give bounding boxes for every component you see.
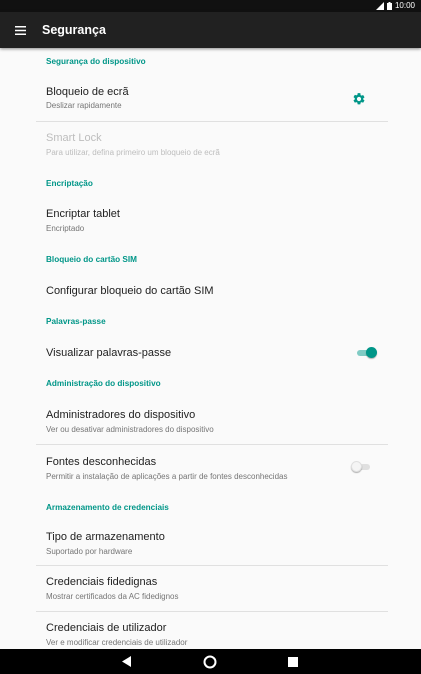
setting-title: Administradores do dispositivo [46,409,196,421]
recents-button[interactable] [273,649,313,674]
status-time: 10:00 [394,1,415,10]
section-header-credential-storage: Armazenamento de credenciais [46,503,169,512]
section-header-passwords: Palavras-passe [46,317,106,326]
home-button[interactable] [190,649,230,674]
setting-title: Smart Lock [46,132,102,144]
navigation-bar [0,649,421,674]
back-button[interactable] [107,649,147,674]
setting-title: Credenciais de utilizador [46,622,167,634]
setting-subtitle: Ver ou desativar administradores do disp… [46,425,214,434]
setting-subtitle: Para utilizar, defina primeiro um bloque… [46,148,220,157]
setting-title: Credenciais fidedignas [46,576,158,588]
app-bar: Segurança [0,12,421,48]
battery-icon [386,1,392,10]
setting-smart-lock [0,122,421,166]
menu-icon [14,25,26,35]
setting-subtitle: Ver e modificar credenciais de utilizado… [46,638,188,647]
setting-title: Visualizar palavras-passe [46,347,172,359]
toggle-thumb [366,347,377,358]
back-icon [122,656,131,667]
setting-title: Encriptar tablet [46,208,120,220]
recents-icon [288,656,298,667]
page-title: Segurança [42,23,106,37]
setting-subtitle: Permitir a instalação de aplicações a pa… [46,472,288,481]
menu-button[interactable] [0,12,40,48]
gear-icon[interactable] [352,92,366,106]
toggle-thumb [351,461,362,472]
section-header-encryption: Encriptação [46,179,93,188]
setting-subtitle: Mostrar certificados da AC fidedignos [46,592,179,601]
signal-icon [375,1,384,10]
section-header-device-security: Segurança do dispositivo [46,57,146,66]
setting-title: Configurar bloqueio do cartão SIM [46,285,214,297]
setting-title: Fontes desconhecidas [46,456,157,468]
setting-subtitle: Suportado por hardware [46,547,133,556]
section-header-sim-lock: Bloqueio do cartão SIM [46,255,137,264]
screen: 10:00 Segurança Segurança do dispositivo… [0,0,421,674]
home-icon [203,655,217,668]
unknown-sources-toggle[interactable] [351,461,373,473]
section-header-device-admin: Administração do dispositivo [46,379,161,388]
show-passwords-toggle[interactable] [355,347,377,359]
settings-list[interactable]: Segurança do dispositivo Bloqueio de ecr… [0,48,421,649]
setting-subtitle: Encriptado [46,224,85,233]
setting-subtitle: Deslizar rapidamente [46,101,122,110]
setting-title: Tipo de armazenamento [46,531,165,543]
setting-trusted-credentials[interactable] [0,566,421,612]
setting-title: Bloqueio de ecrã [46,86,129,98]
status-bar: 10:00 [0,0,421,12]
